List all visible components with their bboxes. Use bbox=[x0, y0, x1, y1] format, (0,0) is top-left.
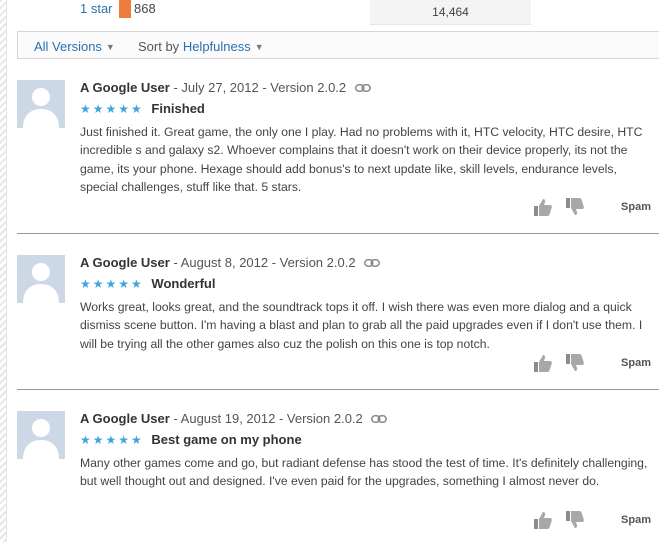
spam-button[interactable]: Spam bbox=[621, 201, 651, 213]
star-rating: ★★★★★ bbox=[80, 277, 144, 291]
link-icon[interactable] bbox=[364, 255, 381, 270]
rating-star-label[interactable]: 1 star bbox=[80, 1, 113, 16]
sort-prefix: Sort by bbox=[138, 39, 180, 54]
review-title: Finished bbox=[151, 101, 205, 116]
review-header: A Google User - July 27, 2012 - Version … bbox=[80, 80, 652, 97]
rating-count: 868 bbox=[134, 1, 156, 16]
avatar-silhouette-icon bbox=[23, 419, 59, 459]
review-text: Works great, looks great, and the soundt… bbox=[80, 300, 643, 351]
avatar bbox=[17, 411, 65, 459]
review-actions: Spam bbox=[531, 353, 651, 375]
review-actions: Spam bbox=[531, 510, 651, 532]
thumbs-up-icon[interactable] bbox=[533, 197, 553, 217]
total-ratings-box: 14,464 bbox=[370, 0, 531, 25]
avatar-silhouette-icon bbox=[23, 88, 59, 128]
thumbs-up-icon[interactable] bbox=[533, 510, 553, 530]
avatar bbox=[17, 80, 65, 128]
review-actions: Spam bbox=[531, 197, 651, 219]
thumbs-down-icon[interactable] bbox=[565, 510, 585, 530]
review-divider bbox=[17, 233, 659, 234]
thumbs-up-icon[interactable] bbox=[533, 353, 553, 373]
versions-dropdown[interactable]: All Versions ▼ bbox=[34, 39, 115, 54]
review-title-line: ★★★★★ Wonderful bbox=[80, 276, 652, 294]
review-body: A Google User - July 27, 2012 - Version … bbox=[80, 80, 652, 197]
total-ratings: 14,464 bbox=[432, 5, 469, 19]
link-icon[interactable] bbox=[371, 411, 388, 426]
star-rating: ★★★★★ bbox=[80, 433, 144, 447]
sort-value: Helpfulness bbox=[182, 39, 251, 54]
avatar bbox=[17, 255, 65, 303]
star-rating: ★★★★★ bbox=[80, 102, 144, 116]
chevron-down-icon: ▼ bbox=[105, 42, 115, 52]
avatar-silhouette-icon bbox=[23, 263, 59, 303]
versions-dropdown-label: All Versions bbox=[34, 39, 102, 54]
review-header: A Google User - August 19, 2012 - Versio… bbox=[80, 411, 652, 428]
review-header: A Google User - August 8, 2012 - Version… bbox=[80, 255, 652, 272]
review-divider bbox=[17, 389, 659, 390]
review-filter-bar: All Versions ▼ Sort by Helpfulness ▼ bbox=[17, 31, 659, 59]
review-text: Many other games come and go, but radian… bbox=[80, 456, 648, 489]
review-title: Wonderful bbox=[151, 276, 216, 291]
review-author[interactable]: A Google User bbox=[80, 80, 170, 95]
review-body: A Google User - August 8, 2012 - Version… bbox=[80, 255, 652, 353]
review-title-line: ★★★★★ Finished bbox=[80, 101, 652, 119]
page-edge bbox=[0, 0, 7, 542]
review-body: A Google User - August 19, 2012 - Versio… bbox=[80, 411, 652, 491]
sort-dropdown[interactable]: Sort by Helpfulness ▼ bbox=[138, 39, 264, 54]
spam-button[interactable]: Spam bbox=[621, 357, 651, 369]
thumbs-down-icon[interactable] bbox=[565, 353, 585, 373]
rating-bar bbox=[119, 0, 131, 18]
review-meta: - August 19, 2012 - Version 2.0.2 bbox=[169, 411, 363, 426]
review-title-line: ★★★★★ Best game on my phone bbox=[80, 432, 652, 450]
spam-button[interactable]: Spam bbox=[621, 514, 651, 526]
review-author[interactable]: A Google User bbox=[80, 411, 170, 426]
review-text: Just finished it. Great game, the only o… bbox=[80, 125, 643, 195]
chevron-down-icon: ▼ bbox=[254, 42, 264, 52]
review-author[interactable]: A Google User bbox=[80, 255, 170, 270]
review-meta: - August 8, 2012 - Version 2.0.2 bbox=[169, 255, 356, 270]
thumbs-down-icon[interactable] bbox=[565, 197, 585, 217]
review-meta: - July 27, 2012 - Version 2.0.2 bbox=[169, 80, 347, 95]
review-title: Best game on my phone bbox=[151, 432, 302, 447]
link-icon[interactable] bbox=[354, 80, 371, 95]
